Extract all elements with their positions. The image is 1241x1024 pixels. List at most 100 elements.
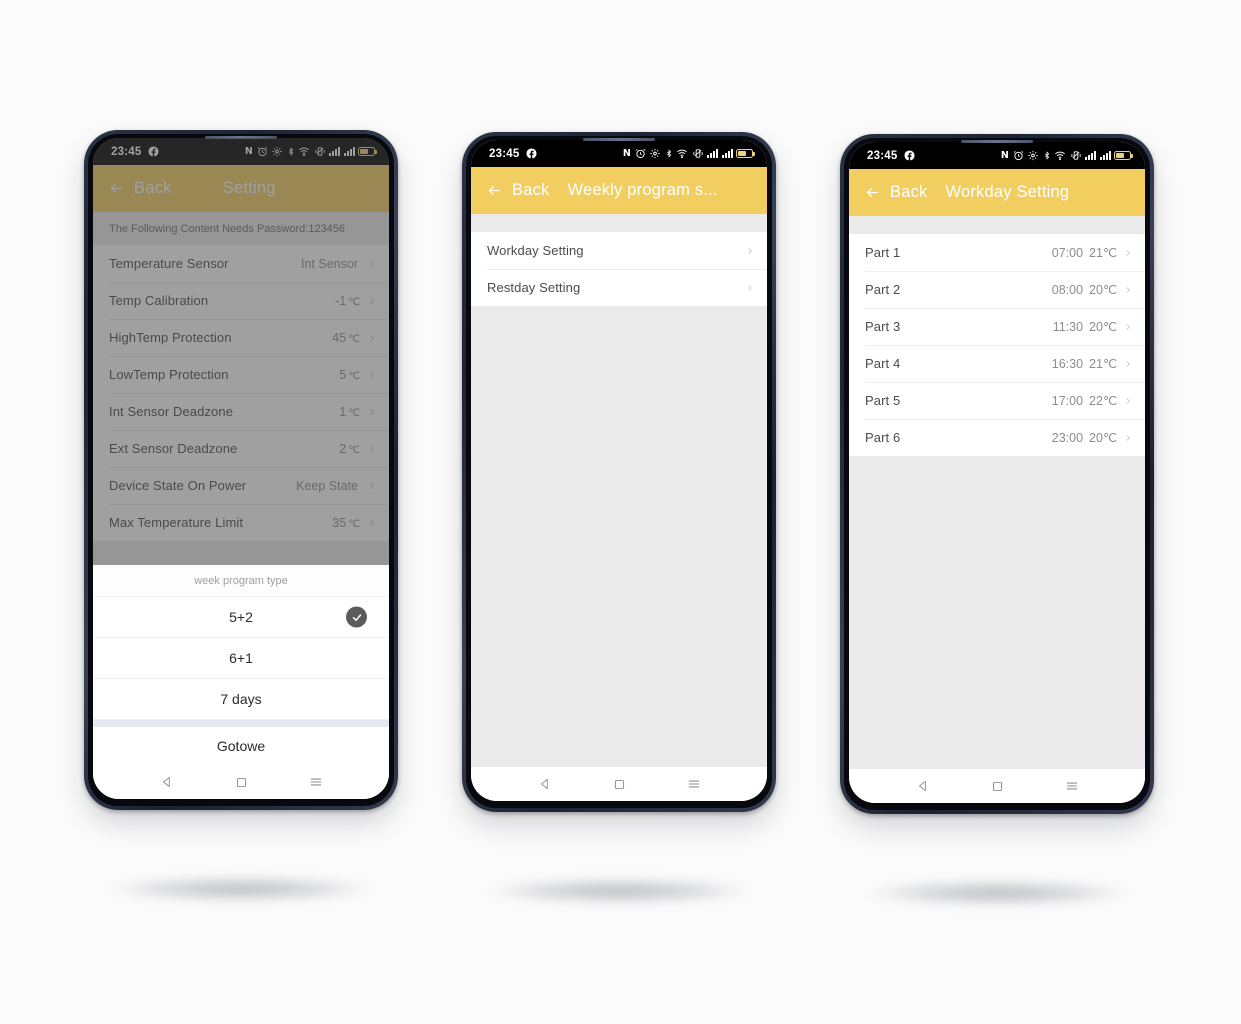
back-triangle-icon[interactable] (160, 775, 174, 789)
settings-row-hightemp-protection[interactable]: HighTemp Protection 45 ℃ (93, 319, 389, 356)
settings-row-int-sensor-deadzone[interactable]: Int Sensor Deadzone 1 ℃ (93, 393, 389, 430)
signal-bars-icon (329, 147, 340, 156)
app-header-3: Back Workday Setting (849, 169, 1145, 216)
row-time: 07:00 (1051, 245, 1084, 260)
recents-menu-icon[interactable] (1065, 779, 1079, 793)
back-button[interactable]: Back (863, 183, 927, 202)
chevron-right-icon (368, 332, 376, 344)
row-value: 45 ℃ (332, 330, 360, 345)
row-temperature: 20℃ (1089, 320, 1117, 334)
system-nav-bar (471, 767, 767, 801)
sheet-option-7-days[interactable]: 7 days (93, 679, 389, 720)
chevron-right-icon (1124, 284, 1132, 296)
sheet-option-6-1[interactable]: 6+1 (93, 638, 389, 679)
sheet-done-button[interactable]: Gotowe (93, 727, 389, 765)
back-triangle-icon[interactable] (538, 777, 552, 791)
row-value: 1 ℃ (339, 404, 360, 419)
signal-bars-icon (707, 149, 718, 158)
chevron-right-icon (1124, 321, 1132, 333)
row-label: Max Temperature Limit (109, 515, 244, 530)
row-temperature: 21℃ (1089, 246, 1117, 260)
table-row-part-6[interactable]: Part 6 23:00 20℃ (849, 419, 1145, 456)
bluetooth-icon (287, 146, 295, 157)
status-bar-right: N (622, 147, 755, 159)
week-program-type-sheet: week program type 5+2 6+1 7 days Gotowe (93, 565, 389, 799)
settings-row-lowtemp-protection[interactable]: LowTemp Protection 5 ℃ (93, 356, 389, 393)
settings-row-max-temperature-limit[interactable]: Max Temperature Limit 35 ℃ (93, 504, 389, 541)
recents-menu-icon[interactable] (309, 775, 323, 789)
row-label: Part 5 (865, 393, 901, 408)
row-time: 23:00 (1051, 430, 1084, 445)
row-label: Restday Setting (487, 280, 581, 295)
phone-device-1: 23:45 N Back Setting The Following Conte… (84, 130, 398, 902)
battery-icon (358, 147, 377, 156)
list-item-workday-setting[interactable]: Workday Setting (471, 232, 767, 269)
row-label: Workday Setting (487, 243, 584, 258)
home-square-icon[interactable] (991, 780, 1004, 793)
chevron-right-icon (368, 258, 376, 270)
row-label: Part 1 (865, 245, 901, 260)
signal-bars-icon (721, 149, 733, 158)
weekly-program-list: Workday Setting Restday Setting (471, 232, 767, 306)
recents-menu-icon[interactable] (687, 777, 701, 791)
back-button-label: Back (134, 179, 172, 197)
sheet-divider (93, 720, 389, 727)
sheet-option-5-2[interactable]: 5+2 (93, 597, 389, 638)
system-nav-bar (849, 769, 1145, 803)
home-square-icon[interactable] (613, 778, 626, 791)
wifi-icon (298, 146, 310, 157)
row-label: Part 4 (865, 356, 901, 371)
sheet-option-label: 6+1 (229, 650, 253, 666)
device-shadow (865, 880, 1129, 906)
row-time: 17:00 (1051, 393, 1084, 408)
settings-row-ext-sensor-deadzone[interactable]: Ext Sensor Deadzone 2 ℃ (93, 430, 389, 467)
page-title: Setting (222, 179, 276, 197)
signal-bars-icon (1085, 151, 1096, 160)
row-value: Keep State (296, 478, 358, 493)
row-label: LowTemp Protection (109, 367, 229, 382)
home-square-icon[interactable] (235, 776, 248, 789)
back-button[interactable]: Back (107, 179, 171, 198)
device-body: 23:45 N (840, 134, 1154, 814)
page-title: Workday Setting (945, 183, 1070, 201)
chevron-right-icon (1124, 247, 1132, 259)
table-row-part-3[interactable]: Part 3 11:30 20℃ (849, 308, 1145, 345)
table-row-part-2[interactable]: Part 2 08:00 20℃ (849, 271, 1145, 308)
row-label: HighTemp Protection (109, 330, 232, 345)
content-top-gap (849, 216, 1145, 234)
location-off-icon (649, 148, 661, 159)
settings-row-temp-calibration[interactable]: Temp Calibration -1 ℃ (93, 282, 389, 319)
table-row-part-1[interactable]: Part 1 07:00 21℃ (849, 234, 1145, 271)
device-body: 23:45 N (84, 130, 398, 810)
chevron-right-icon (368, 406, 376, 418)
settings-row-device-state-on-power[interactable]: Device State On Power Keep State (93, 467, 389, 504)
facebook-icon (526, 148, 537, 159)
chevron-right-icon (1124, 395, 1132, 407)
sheet-title: week program type (93, 565, 389, 597)
table-row-part-5[interactable]: Part 5 17:00 22℃ (849, 382, 1145, 419)
row-value: 35 ℃ (332, 515, 360, 530)
nfc-icon: N (622, 147, 631, 159)
row-value: 5 ℃ (339, 367, 360, 382)
vibrate-icon (314, 146, 326, 157)
arrow-left-icon (863, 185, 882, 200)
status-bar-clock: 23:45 (111, 145, 142, 158)
row-label: Int Sensor Deadzone (109, 404, 234, 419)
device-screen-3: 23:45 N Back Workday Setting Part 1 07:0… (849, 142, 1145, 803)
status-bar-left: 23:45 (489, 148, 537, 160)
system-nav-bar (93, 765, 389, 799)
page-title: Weekly program s... (567, 181, 718, 199)
row-label: Ext Sensor Deadzone (109, 441, 238, 456)
earpiece-speaker-icon (583, 138, 655, 141)
row-temperature: 20℃ (1089, 431, 1117, 445)
chevron-right-icon (1124, 432, 1132, 444)
list-item-restday-setting[interactable]: Restday Setting (471, 269, 767, 306)
settings-row-temperature-sensor[interactable]: Temperature Sensor Int Sensor (93, 245, 389, 282)
row-temperature: 21℃ (1089, 357, 1117, 371)
table-row-part-4[interactable]: Part 4 16:30 21℃ (849, 345, 1145, 382)
back-triangle-icon[interactable] (916, 779, 930, 793)
bluetooth-icon (1043, 150, 1051, 161)
back-button[interactable]: Back (485, 181, 549, 200)
arrow-left-icon (485, 183, 504, 198)
status-bar-right: N (1001, 150, 1133, 161)
